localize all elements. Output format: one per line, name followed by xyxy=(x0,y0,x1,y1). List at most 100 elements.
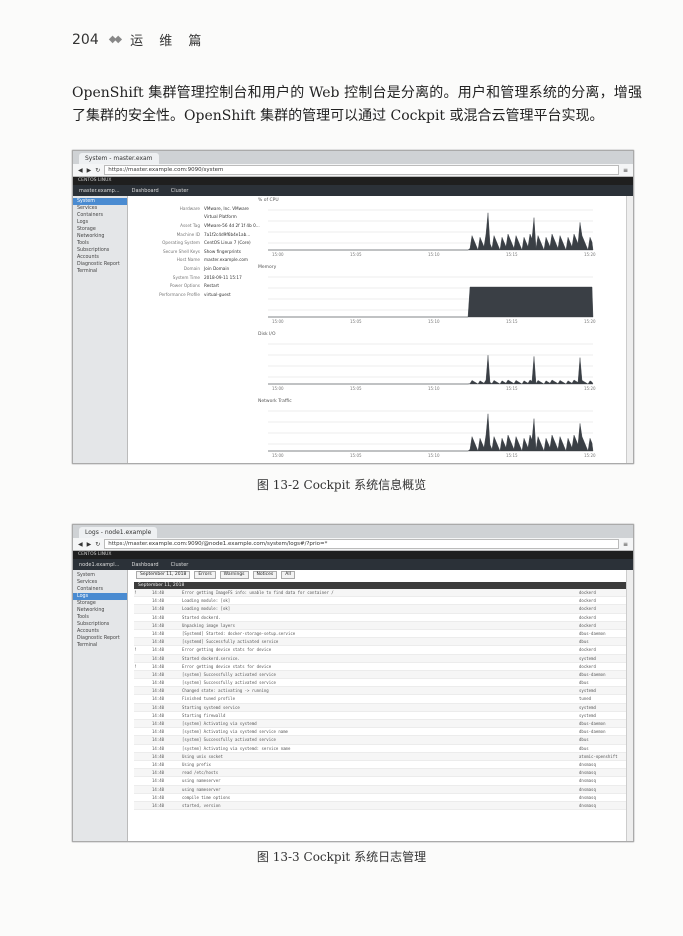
log-row[interactable]: 14:40 Starting firewalld systemd xyxy=(134,712,627,720)
scrollbar[interactable] xyxy=(626,570,633,841)
info-row: Performance Profile virtual-guest xyxy=(148,290,268,299)
log-row[interactable]: 14:40 using nameserver dnsmasq xyxy=(134,785,627,794)
log-row[interactable]: 14:40 [system] Successfully activated ser… xyxy=(134,679,627,688)
host-selector[interactable]: node1.exampl... xyxy=(79,562,119,568)
log-row[interactable]: 14:40 started, version dnsmasq xyxy=(134,801,627,811)
sidebar-item[interactable]: Terminal xyxy=(73,268,127,275)
log-row[interactable]: 14:40 Loading module: [ok] dockerd xyxy=(134,605,627,614)
log-row[interactable]: 14:40 Using prefix dnsmasq xyxy=(134,761,627,770)
sidebar-item[interactable]: Diagnostic Report xyxy=(73,261,127,268)
log-row[interactable]: ! 14:40 Error getting device stats for dev… xyxy=(134,646,627,655)
address-bar[interactable]: https://master.example.com:9090/system xyxy=(104,165,619,175)
log-row[interactable]: 14:40 using nameserver dnsmasq xyxy=(134,777,627,786)
sidebar-item[interactable]: Networking xyxy=(73,233,127,240)
log-row[interactable]: 14:40 Unpacking image layers dockerd xyxy=(134,621,627,630)
graph-tick: 15:15 xyxy=(506,319,518,324)
log-filter-button[interactable]: Notices xyxy=(252,571,278,579)
warning-icon xyxy=(134,761,142,768)
warning-icon: ! xyxy=(134,647,137,653)
info-label: Host Name xyxy=(176,257,200,263)
warning-icon xyxy=(134,655,142,662)
forward-icon[interactable]: ▶ xyxy=(87,541,92,548)
sidebar-item[interactable]: System xyxy=(73,572,127,579)
sidebar-item[interactable]: Storage xyxy=(73,226,127,233)
log-row[interactable]: 14:40 Starting systemd service systemd xyxy=(134,703,627,712)
log-source: dockerd xyxy=(579,598,596,604)
info-row: Domain Join Domain xyxy=(148,264,268,273)
sidebar-item[interactable]: System xyxy=(73,198,127,205)
menu-icon[interactable]: ≡ xyxy=(623,541,628,548)
log-row[interactable]: 14:40 compile time options dnsmasq xyxy=(134,794,627,802)
page-header: 204 ◆◆ 运 维 篇 xyxy=(72,30,207,50)
nav-cluster[interactable]: Cluster xyxy=(171,562,189,568)
log-message: Unpacking image layers xyxy=(182,622,235,628)
graph-tick: 15:05 xyxy=(350,386,362,391)
log-row[interactable]: 14:40 Using unix socket atomic-openshift xyxy=(134,752,627,761)
log-row[interactable]: ! 14:40 Error getting ImageFS info: unable… xyxy=(134,589,627,598)
back-icon[interactable]: ◀ xyxy=(78,541,83,548)
graph-plot: 15:00 15:05 15:10 15:15 15:20 xyxy=(268,276,596,324)
back-icon[interactable]: ◀ xyxy=(78,167,83,174)
menu-icon[interactable]: ≡ xyxy=(623,167,628,174)
log-time: 14:40 xyxy=(152,606,165,612)
log-row[interactable]: 14:40 Started dockerd. dockerd xyxy=(134,614,627,622)
log-time: 14:40 xyxy=(152,696,165,702)
sidebar-item[interactable]: Terminal xyxy=(73,642,127,649)
sidebar-item[interactable]: Containers xyxy=(73,586,127,593)
log-row[interactable]: 14:40 Started dockerd.service. systemd xyxy=(134,654,627,663)
sidebar-item[interactable]: Accounts xyxy=(73,254,127,261)
log-row[interactable]: 14:40 [systemd] Successfully activated se… xyxy=(134,638,627,647)
sidebar-item[interactable]: Subscriptions xyxy=(73,247,127,254)
browser-tab[interactable]: Logs - node1.example xyxy=(79,527,158,538)
log-row[interactable]: 14:40 [system] Activating via systemd ser… xyxy=(134,728,627,737)
nav-cluster[interactable]: Cluster xyxy=(171,188,189,194)
browser-tab[interactable]: System - master.exam xyxy=(79,153,159,164)
host-selector[interactable]: master.examp... xyxy=(79,188,120,194)
log-row[interactable]: 14:40 Finished tuned profile tuned xyxy=(134,695,627,704)
log-row[interactable]: 14:40 [system] Successfully activated ser… xyxy=(134,670,627,680)
log-date-header: September 11, 2018 xyxy=(134,582,627,589)
sidebar-item[interactable]: Tools xyxy=(73,614,127,621)
graph-area xyxy=(268,286,594,318)
sidebar-item[interactable]: Logs xyxy=(73,219,127,226)
log-row[interactable]: 14:40 read /etc/hosts dnsmasq xyxy=(134,769,627,778)
reload-icon[interactable]: ↻ xyxy=(95,167,100,174)
warning-icon xyxy=(134,720,142,727)
sidebar-item[interactable]: Networking xyxy=(73,607,127,614)
forward-icon[interactable]: ▶ xyxy=(87,167,92,174)
sidebar-item[interactable]: Accounts xyxy=(73,628,127,635)
info-row: Asset Tag VMware-56 4d 2f 1f 4b 0... xyxy=(148,221,268,230)
sidebar-item[interactable]: Subscriptions xyxy=(73,621,127,628)
log-time: 14:40 xyxy=(152,704,165,710)
log-filter-button[interactable]: Warnings xyxy=(219,571,249,579)
log-row[interactable]: 14:40 [Systemd] Started: docker-storage-s… xyxy=(134,630,627,639)
log-source: dbus xyxy=(579,639,589,645)
brand-bar: CENTOS LINUX xyxy=(73,551,633,559)
sidebar-item[interactable]: Logs xyxy=(73,593,127,600)
sidebar-item[interactable]: Containers xyxy=(73,212,127,219)
reload-icon[interactable]: ↻ xyxy=(95,541,100,548)
log-row[interactable]: 14:40 [system] Successfully activated ser… xyxy=(134,736,627,745)
log-row[interactable]: 14:40 Loading module: [ok] dockerd xyxy=(134,597,627,606)
log-source: dbus xyxy=(579,680,589,686)
log-row[interactable]: 14:40 [system] Activating via systemd: se… xyxy=(134,745,627,753)
sidebar: System Services Containers Logs Storage Netwo… xyxy=(73,570,128,841)
log-filter-button[interactable]: All xyxy=(281,571,295,579)
sidebar-item[interactable]: Services xyxy=(73,579,127,586)
log-row[interactable]: ! 14:40 Error getting device stats for dev… xyxy=(134,663,627,671)
brand-bar: CENTOS LINUX xyxy=(73,177,633,185)
nav-dashboard[interactable]: Dashboard xyxy=(131,562,158,568)
sidebar-item[interactable]: Services xyxy=(73,205,127,212)
warning-icon xyxy=(134,736,142,743)
log-message: Error getting ImageFS info: unable to fi… xyxy=(182,590,334,595)
log-row[interactable]: 14:40 Changed state: activating -> runnin… xyxy=(134,687,627,696)
address-bar[interactable]: https://master.example.com:9090/@node1.e… xyxy=(104,539,619,549)
log-row[interactable]: 14:40 [system] Activating via systemd dbus… xyxy=(134,720,627,729)
sidebar-item[interactable]: Storage xyxy=(73,600,127,607)
nav-dashboard[interactable]: Dashboard xyxy=(132,188,159,194)
sidebar-item[interactable]: Tools xyxy=(73,240,127,247)
scrollbar[interactable] xyxy=(626,196,633,463)
sidebar-item[interactable]: Diagnostic Report xyxy=(73,635,127,642)
log-filter-button[interactable]: September 11, 2018 xyxy=(136,571,191,579)
log-filter-button[interactable]: Errors xyxy=(194,571,216,579)
